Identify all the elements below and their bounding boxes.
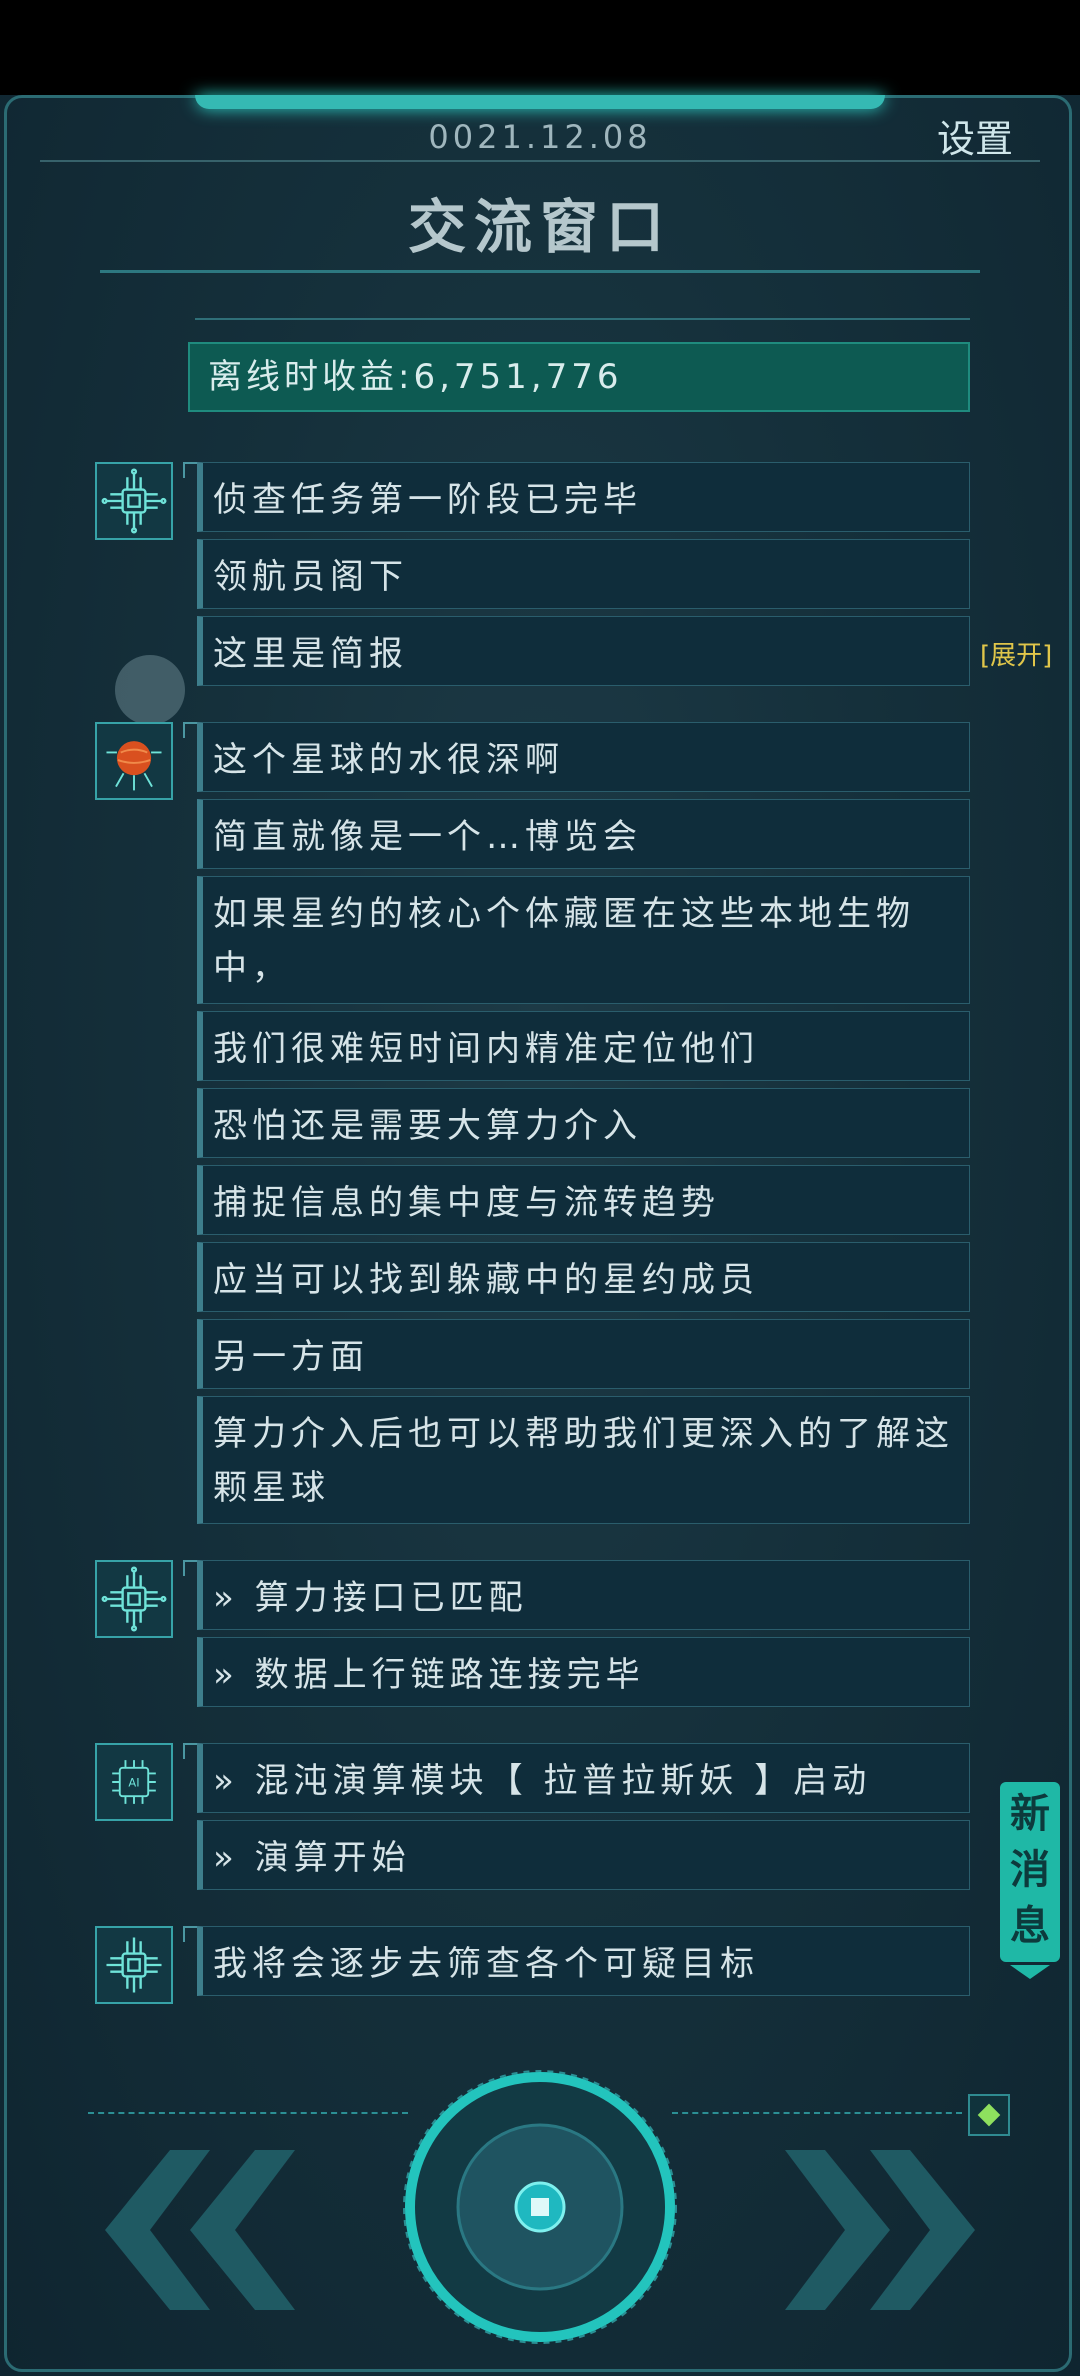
divider [672,2112,962,2114]
chat-message: 我将会逐步去筛查各个可疑目标 [197,1926,970,1996]
new-message-char: 息 [1010,1903,1050,1949]
divider [88,2112,408,2114]
chat-message: » 算力接口已匹配 [197,1560,970,1630]
diamond-toggle-button[interactable] [968,2094,1010,2136]
double-chevron-left-icon [190,2150,295,2310]
chat-message: 捕捉信息的集中度与流转趋势 [197,1165,970,1235]
previous-page-button[interactable] [100,2150,320,2310]
top-glow-bar [195,95,885,109]
center-action-button[interactable] [400,2062,680,2352]
chat-message: » 混沌演算模块【 拉普拉斯妖 】启动 [197,1743,970,1813]
chat-message: 另一方面 [197,1319,970,1389]
chat-message: 应当可以找到躲藏中的星约成员 [197,1242,970,1312]
chat-message: 这里是简报 [197,616,970,686]
new-message-button[interactable]: 新 消 息 [1000,1782,1060,1962]
chat-message: » 数据上行链路连接完毕 [197,1637,970,1707]
svg-text:AI: AI [128,1776,139,1790]
planet-avatar-icon [95,722,173,800]
floating-touch-dot[interactable] [115,655,185,725]
chat-message: 算力介入后也可以帮助我们更深入的了解这颗星球 [197,1396,970,1524]
divider [40,160,1040,162]
offline-earnings-banner: 离线时收益:6,751,776 [188,342,970,412]
chat-panel [0,95,1080,2376]
chat-message: 我们很难短时间内精准定位他们 [197,1011,970,1081]
diamond-icon [977,2103,1001,2127]
new-message-char: 消 [1010,1847,1050,1893]
expand-button[interactable]: [展开] [980,635,1052,672]
chat-message: 领航员阁下 [197,539,970,609]
chat-message: 简直就像是一个…博览会 [197,799,970,869]
chip-avatar-icon [95,1926,173,2004]
divider [100,270,980,273]
next-page-button[interactable] [760,2150,980,2310]
new-message-char: 新 [1010,1791,1050,1837]
chat-message: 恐怕还是需要大算力介入 [197,1088,970,1158]
chip-avatar-icon [95,1560,173,1638]
double-chevron-right-icon [785,2150,890,2310]
chevron-down-icon [1010,1965,1050,1979]
stop-icon [531,2198,549,2216]
chat-message: » 演算开始 [197,1820,970,1890]
chat-message: 侦查任务第一阶段已完毕 [197,462,970,532]
chip-avatar-icon [95,462,173,540]
divider [195,318,970,320]
settings-button[interactable]: 设置 [915,108,1035,163]
page-title: 交流窗口 [407,193,672,261]
ai-chip-avatar-icon: AI [95,1743,173,1821]
chat-message: 这个星球的水很深啊 [197,722,970,792]
chat-message: 如果星约的核心个体藏匿在这些本地生物中， [197,876,970,1004]
